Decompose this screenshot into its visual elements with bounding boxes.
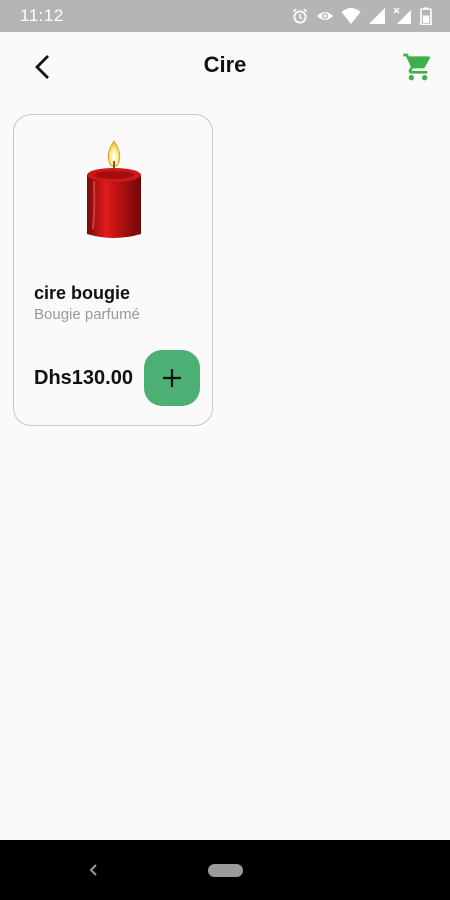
app-bar: Cire [0,32,450,100]
signal-icon [368,7,386,25]
battery-icon [420,7,432,25]
product-name: cire bougie [34,283,131,303]
product-card[interactable]: cire bougie Bougie parfumé Dhs130.00 [13,114,213,426]
eye-icon [316,7,334,25]
product-image-candle [82,139,146,243]
status-icons [291,7,432,25]
alarm-icon [291,7,309,25]
cart-icon [403,53,431,81]
add-to-cart-button[interactable] [144,350,200,406]
cart-button[interactable] [402,51,434,83]
page-title: Cire [203,52,247,77]
status-time: 11:12 [20,6,64,25]
product-price: Dhs130.00 [34,367,133,389]
wifi-icon [341,7,361,25]
product-subtitle: Bougie parfumé [34,306,140,323]
signal-no-data-icon [393,7,413,25]
system-nav-bar [0,840,450,900]
status-bar: 11:12 [0,0,450,32]
plus-icon [163,369,181,387]
home-pill-icon[interactable] [208,864,243,877]
nav-back-icon [89,864,97,876]
nav-back-button[interactable] [86,862,102,878]
screen: 11:12 Cire cire bougie Bougie parfumé Dh… [0,0,450,900]
